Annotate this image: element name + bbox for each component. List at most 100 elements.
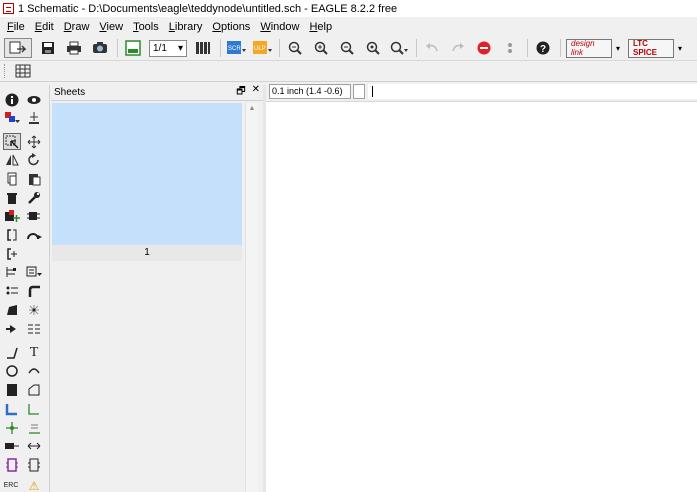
scroll-up-icon[interactable]: ▲ (246, 105, 258, 112)
zoom-to-fit-button[interactable] (285, 38, 305, 58)
smash-button[interactable] (25, 301, 43, 318)
zoom-out-button[interactable] (337, 38, 357, 58)
run-script-button[interactable]: SCR (226, 38, 246, 58)
info-button[interactable] (3, 91, 21, 108)
sheet-select[interactable]: 1/1 ▾ (149, 39, 187, 57)
zoom-select-button[interactable] (389, 38, 409, 58)
print-button[interactable] (64, 38, 84, 58)
open-board-button[interactable] (4, 38, 32, 58)
add-part-button[interactable] (3, 207, 21, 224)
ltc-spice-button[interactable]: LTC SPICE (628, 38, 674, 58)
layers-icon (5, 111, 20, 123)
go-button[interactable] (500, 38, 520, 58)
menu-file[interactable]: File (2, 21, 30, 33)
text-caret (372, 86, 373, 97)
help-button[interactable]: ? (533, 38, 553, 58)
paste-button[interactable] (25, 170, 43, 187)
close-icon[interactable]: ✕ (252, 84, 260, 101)
net-button[interactable] (25, 400, 43, 417)
display-layers-button[interactable] (3, 109, 21, 126)
value-button[interactable] (3, 320, 21, 337)
circle-button[interactable] (3, 362, 21, 379)
label-button[interactable] (25, 419, 43, 436)
float-panel-icon[interactable]: 🗗 (236, 84, 245, 101)
library-manager-button[interactable] (193, 38, 213, 58)
undo-button[interactable] (422, 38, 442, 58)
sheet-thumbnail[interactable] (52, 103, 242, 245)
zoom-area-icon (390, 41, 408, 55)
polygon-icon (28, 384, 40, 395)
stop-button[interactable] (474, 38, 494, 58)
polygon-button[interactable] (25, 381, 43, 398)
mark-button[interactable] (25, 109, 43, 126)
change-button[interactable] (25, 189, 43, 206)
mirror-button[interactable] (3, 151, 21, 168)
show-button[interactable] (25, 91, 43, 108)
text-icon: T (29, 344, 39, 360)
rotate-icon (28, 152, 39, 165)
arc-button[interactable] (25, 362, 43, 379)
toolbar-separator (416, 39, 417, 57)
rect-button[interactable] (3, 381, 21, 398)
move-icon (27, 135, 41, 148)
command-history-box[interactable] (353, 84, 365, 99)
command-line[interactable] (368, 84, 697, 99)
copy-icon (7, 172, 17, 185)
delete-button[interactable] (3, 189, 21, 206)
pinswap-button[interactable] (25, 226, 43, 243)
sheets-scrollbar[interactable]: ▲ (245, 103, 258, 492)
redo-button[interactable] (448, 38, 468, 58)
run-ulp-button[interactable]: ULP (252, 38, 272, 58)
menu-view[interactable]: View (94, 21, 128, 33)
cam-processor-button[interactable] (90, 38, 110, 58)
menu-help[interactable]: Help (304, 21, 337, 33)
name-button[interactable] (25, 320, 43, 337)
module-button[interactable] (3, 456, 21, 473)
switch-to-board-icon (9, 41, 27, 54)
menu-library[interactable]: Library (164, 21, 208, 33)
toolbar-grip[interactable] (4, 64, 7, 78)
menu-draw[interactable]: Draw (59, 21, 95, 33)
erc-button[interactable]: ERC (2, 477, 20, 492)
miter-button[interactable] (25, 282, 43, 299)
select-arrow-icon (5, 135, 19, 148)
command-input[interactable] (368, 84, 697, 99)
menu-options[interactable]: Options (207, 21, 255, 33)
split-button[interactable] (3, 263, 21, 280)
move-tool-button[interactable] (25, 133, 43, 150)
sheet-icon-button[interactable] (123, 38, 143, 58)
dimension-button[interactable] (25, 437, 43, 454)
copy-button[interactable] (3, 170, 21, 187)
menu-tools[interactable]: Tools (128, 21, 164, 33)
design-link-dropdown[interactable]: ▾ (614, 44, 622, 53)
optimize-button[interactable] (3, 282, 21, 299)
errors-button[interactable]: ⚠ (25, 477, 43, 492)
menu-window[interactable]: Window (255, 21, 304, 33)
eye-icon (27, 95, 41, 104)
schematic-canvas[interactable] (266, 101, 697, 492)
menu-edit[interactable]: Edit (30, 21, 59, 33)
slice-button[interactable] (3, 301, 21, 318)
junction-button[interactable] (3, 419, 21, 436)
undo-icon (426, 43, 438, 52)
go-icon (508, 43, 512, 53)
rotate-button[interactable] (25, 151, 43, 168)
design-link-button[interactable]: design link (566, 38, 612, 58)
line-button[interactable] (3, 344, 21, 361)
invoke-button[interactable] (3, 245, 21, 262)
attribute-button[interactable] (3, 437, 21, 454)
gate-swap-button[interactable] (3, 226, 21, 243)
grid-icon (15, 64, 31, 78)
redraw-button[interactable] (363, 38, 383, 58)
grid-button[interactable] (13, 61, 33, 81)
name-icon (28, 324, 40, 333)
ltc-spice-dropdown[interactable]: ▾ (676, 44, 684, 53)
zoom-in-button[interactable] (311, 38, 331, 58)
label-tool-button[interactable] (25, 263, 43, 280)
text-button[interactable]: T (25, 344, 43, 361)
move-button[interactable] (3, 133, 21, 150)
bus-button[interactable] (3, 400, 21, 417)
save-button[interactable] (38, 38, 58, 58)
replace-button[interactable] (25, 207, 43, 224)
port-button[interactable] (25, 456, 43, 473)
